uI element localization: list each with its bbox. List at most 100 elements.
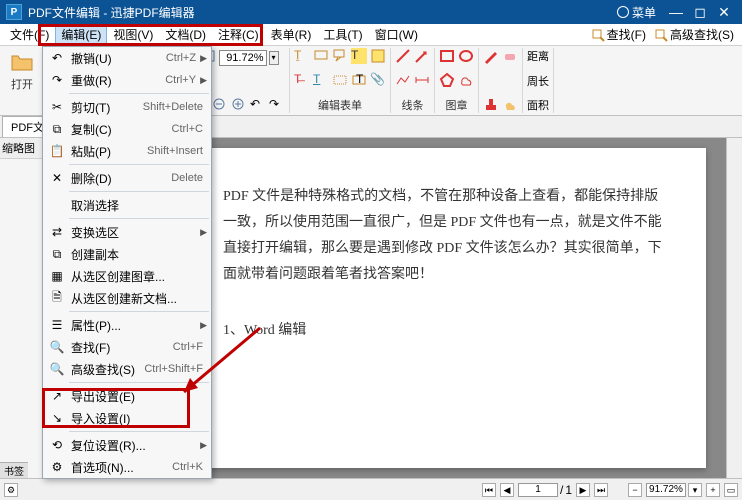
menu-item-label: 撤销(U) bbox=[67, 50, 166, 67]
undo-icon: ↶ bbox=[47, 51, 67, 65]
text-anno-icon[interactable]: Ṯ bbox=[294, 48, 310, 64]
menu-item-item[interactable]: 取消选择 bbox=[43, 194, 211, 216]
shape-cloud-icon[interactable] bbox=[502, 97, 518, 113]
zoom-dropdown-icon[interactable]: ▾ bbox=[269, 51, 279, 65]
note-icon[interactable] bbox=[370, 48, 386, 64]
polyline-icon[interactable] bbox=[395, 72, 411, 88]
menu-window[interactable]: 窗口(W) bbox=[369, 24, 424, 45]
menu-item-label: 重做(R) bbox=[67, 72, 165, 89]
first-page-button[interactable]: ⏮ bbox=[482, 483, 496, 497]
close-button[interactable]: ✕ bbox=[712, 2, 736, 22]
rotate-left-icon[interactable]: ↶ bbox=[250, 97, 266, 113]
menu-file[interactable]: 文件(F) bbox=[4, 24, 55, 45]
menu-item-find[interactable]: 🔍查找(F)Ctrl+F bbox=[43, 336, 211, 358]
menu-item-paste[interactable]: 📋粘贴(P)Shift+Insert bbox=[43, 140, 211, 162]
rotate-right-icon[interactable]: ↷ bbox=[269, 97, 285, 113]
status-zoom-out[interactable]: − bbox=[628, 483, 642, 497]
menu-item-copy[interactable]: ⧉复制(C)Ctrl+C bbox=[43, 118, 211, 140]
page-canvas: PDF 文件是种特殊格式的文档，不管在那种设备上查看，都能保持排版一致，所以使用… bbox=[189, 148, 706, 468]
editform-label: 编辑表单 bbox=[318, 97, 362, 113]
redo-icon: ↷ bbox=[47, 73, 67, 87]
menu-item-reset[interactable]: ⟲复位设置(R)...▶ bbox=[43, 434, 211, 456]
stamp-icon[interactable] bbox=[483, 97, 499, 113]
cloud-icon[interactable] bbox=[458, 72, 474, 88]
menu-item-adv[interactable]: 🔍高级查找(S)Ctrl+Shift+F bbox=[43, 358, 211, 380]
status-zoom-input[interactable] bbox=[646, 483, 686, 497]
menu-form[interactable]: 表单(R) bbox=[265, 24, 318, 45]
menu-view[interactable]: 视图(V) bbox=[107, 24, 159, 45]
maximize-button[interactable]: ◻ bbox=[688, 2, 712, 22]
dist-label[interactable]: 距离 bbox=[527, 48, 549, 64]
props-icon: ☰ bbox=[47, 318, 67, 332]
zoom-out-icon[interactable] bbox=[212, 97, 228, 113]
menu-item-redo[interactable]: ↷重做(R)Ctrl+Y▶ bbox=[43, 69, 211, 91]
line-icon[interactable] bbox=[395, 48, 411, 64]
eraser-icon[interactable] bbox=[502, 48, 518, 64]
menu-item-props[interactable]: ☰属性(P)...▶ bbox=[43, 314, 211, 336]
main-menu-button[interactable]: 菜单 bbox=[617, 4, 656, 21]
submenu-arrow-icon: ▶ bbox=[200, 75, 207, 86]
submenu-arrow-icon: ▶ bbox=[200, 440, 207, 451]
oval-icon[interactable] bbox=[458, 48, 474, 64]
menu-tools[interactable]: 工具(T) bbox=[317, 24, 368, 45]
minimize-button[interactable]: — bbox=[664, 2, 688, 22]
menu-document[interactable]: 文档(D) bbox=[159, 24, 212, 45]
callout-icon[interactable] bbox=[332, 48, 348, 64]
menu-item-import[interactable]: ↘导入设置(I) bbox=[43, 407, 211, 429]
menu-item-shortcut: Shift+Delete bbox=[143, 101, 207, 113]
right-scrollbar[interactable] bbox=[726, 138, 742, 478]
polygon-icon[interactable] bbox=[439, 72, 455, 88]
dbox-icon[interactable] bbox=[332, 72, 348, 88]
underline-icon[interactable]: T bbox=[313, 72, 329, 88]
status-zoom-in[interactable]: + bbox=[706, 483, 720, 497]
open-button[interactable]: 打开 bbox=[4, 48, 40, 94]
menu-item-undo[interactable]: ↶撤销(U)Ctrl+Z▶ bbox=[43, 47, 211, 69]
menu-comment[interactable]: 注释(C) bbox=[212, 24, 265, 45]
arrow-icon[interactable] bbox=[414, 48, 430, 64]
open-label: 打开 bbox=[11, 76, 33, 92]
dim-icon[interactable] bbox=[414, 72, 430, 88]
highlight-icon[interactable]: T bbox=[351, 48, 367, 64]
menu-item-cut[interactable]: ✂剪切(T)Shift+Delete bbox=[43, 96, 211, 118]
rect-icon[interactable] bbox=[439, 48, 455, 64]
text-t-icon[interactable]: T bbox=[351, 72, 367, 88]
strike-icon[interactable]: T̶ bbox=[294, 72, 310, 88]
submenu-arrow-icon: ▶ bbox=[200, 227, 207, 238]
newdoc-icon: 🗎 bbox=[47, 288, 67, 309]
delete-icon: ✕ bbox=[47, 171, 67, 185]
last-page-button[interactable]: ⏭ bbox=[594, 483, 608, 497]
menu-item-delete[interactable]: ✕删除(D)Delete bbox=[43, 167, 211, 189]
menu-edit[interactable]: 编辑(E) bbox=[55, 24, 107, 45]
cut-icon: ✂ bbox=[47, 100, 67, 114]
menu-item-change[interactable]: ⇄变换选区▶ bbox=[43, 221, 211, 243]
page-count: 1 bbox=[565, 483, 572, 497]
textbox-icon[interactable] bbox=[313, 48, 329, 64]
attach-icon[interactable]: 📎 bbox=[370, 72, 386, 88]
status-opts-icon[interactable]: ⚙ bbox=[4, 483, 18, 497]
menu-item-newdoc[interactable]: 🗎从选区创建新文档... bbox=[43, 287, 211, 309]
perim-label[interactable]: 周长 bbox=[527, 73, 549, 89]
statusbar: ⚙ ⏮ ◀ / 1 ▶ ⏭ − ▾ + ▭ bbox=[0, 478, 742, 500]
bookmarks-tab[interactable]: 书签 bbox=[0, 462, 28, 478]
menubar-find[interactable]: 查找(F) bbox=[587, 24, 650, 45]
next-page-button[interactable]: ▶ bbox=[576, 483, 590, 497]
menu-item-dup[interactable]: ⧉创建副本 bbox=[43, 243, 211, 265]
document-viewport[interactable]: PDF 文件是种特殊格式的文档，不管在那种设备上查看，都能保持排版一致，所以使用… bbox=[169, 138, 726, 478]
adv-icon: 🔍 bbox=[47, 362, 67, 376]
menubar-adv-find[interactable]: 高级查找(S) bbox=[650, 24, 738, 45]
menu-item-pref[interactable]: ⚙首选项(N)...Ctrl+K bbox=[43, 456, 211, 478]
zoom-value[interactable] bbox=[219, 50, 267, 66]
status-zoom-dropdown[interactable]: ▾ bbox=[688, 483, 702, 497]
prev-page-button[interactable]: ◀ bbox=[500, 483, 514, 497]
main-menu-label: 菜单 bbox=[632, 4, 656, 21]
zoom-in-icon[interactable] bbox=[231, 97, 247, 113]
page-input[interactable] bbox=[518, 483, 558, 497]
page-indicator[interactable]: / 1 bbox=[518, 483, 572, 497]
pencil-icon[interactable] bbox=[483, 48, 499, 64]
menu-item-export[interactable]: ↗导出设置(E) bbox=[43, 385, 211, 407]
zoom-input[interactable]: ▾ bbox=[219, 48, 279, 68]
status-fit-icon[interactable]: ▭ bbox=[724, 483, 738, 497]
menu-item-chap[interactable]: ▦从选区创建图章... bbox=[43, 265, 211, 287]
area-label[interactable]: 面积 bbox=[527, 97, 549, 113]
thumbnails-label[interactable]: 缩略图 bbox=[0, 138, 43, 159]
